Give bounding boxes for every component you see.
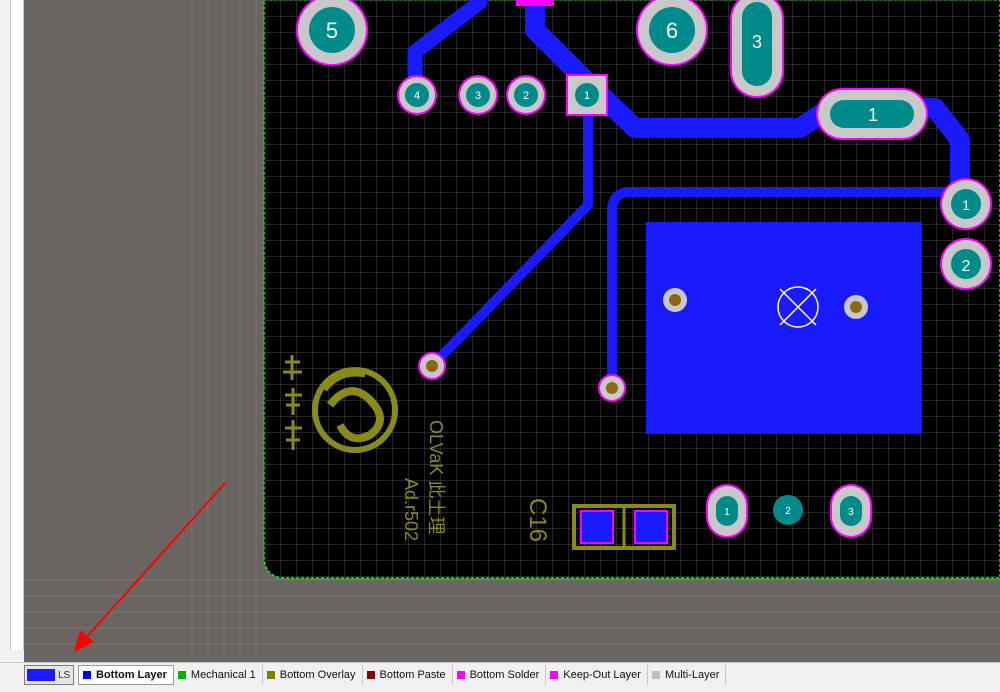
pad-label: 3 [752,32,762,52]
via[interactable] [418,352,446,380]
pad-1-medium[interactable]: 1 [940,178,992,230]
pad-3-oval-small[interactable]: 3 [830,484,872,538]
via[interactable] [663,288,687,312]
designator-label: C16 [524,498,551,542]
pad-2-medium[interactable]: 2 [940,238,992,290]
layer-color-icon [83,671,91,679]
panel-scrollbar[interactable] [10,0,24,650]
version-text: Ad.r502 [401,478,421,541]
layer-color-icon [266,671,275,679]
layer-color-icon [177,671,186,679]
top-small-pad [516,0,554,6]
pad-1-oval[interactable]: 1 [816,88,928,140]
version-label: Ad.r502 [401,478,421,541]
via[interactable] [598,374,626,402]
ls-label: LS [58,669,71,681]
left-panel [0,0,24,662]
layer-color-icon [651,671,660,679]
pad-label: 1 [584,90,590,102]
pad-label: 3 [848,507,854,518]
layer-color-icon [550,671,559,679]
current-layer-swatch[interactable]: LS [24,665,74,685]
layer-tab-bottom-paste[interactable]: Bottom Paste [363,665,453,685]
layer-tab-bottom-layer[interactable]: Bottom Layer [78,665,174,685]
pad-3-oval[interactable]: 3 [730,0,784,98]
pad-label: 5 [326,18,338,43]
pad-4-small[interactable]: 4 [397,75,437,115]
copper-pour [646,222,922,434]
pad-label: 1 [868,105,878,125]
layer-tab-bar: LS Bottom Layer Mechanical 1 Bottom Overla… [0,662,1000,692]
layer-tab-label: Mechanical 1 [190,669,256,681]
pad-label: 6 [666,18,678,43]
layer-tab-bottom-solder[interactable]: Bottom Solder [453,665,547,685]
pad-label: 1 [962,197,970,213]
layer-tab-multi-layer[interactable]: Multi-Layer [648,665,727,685]
pad-label: 2 [962,258,971,275]
layer-tab-keep-out-layer[interactable]: Keep-Out Layer [546,665,648,685]
pad-2-teal[interactable]: 2 [773,495,803,525]
layer-tab-label: Bottom Paste [379,669,446,681]
layer-tab-label: Multi-Layer [664,669,720,681]
layer-tab-bottom-overlay[interactable]: Bottom Overlay [263,665,363,685]
pad-label: 1 [724,507,730,518]
layer-tab-mechanical-1[interactable]: Mechanical 1 [174,665,263,685]
pad-1-oval-small[interactable]: 1 [706,484,748,538]
pad-1-square[interactable]: 1 [566,74,608,116]
layer-color-swatch [27,669,55,681]
layer-color-icon [456,671,465,679]
pad-label: 4 [414,90,420,102]
layer-tab-label: Bottom Layer [96,669,167,681]
layer-tab-label: Keep-Out Layer [563,669,641,681]
pad-2-small[interactable]: 2 [506,75,546,115]
via[interactable] [844,295,868,319]
pad-label: 2 [785,506,791,517]
board-name-text: OLVaK 此土理 [426,420,446,534]
pad-label: 3 [475,90,481,102]
smd-component[interactable] [572,504,676,550]
layer-tab-label: Bottom Overlay [279,669,356,681]
pad-label: 2 [523,90,529,102]
board-name-label: OLVaK 此土理 [426,420,446,534]
layer-color-icon [366,671,375,679]
pcb-canvas[interactable]: 5 6 3 4 3 2 1 1 1 2 1 2 3 OLVaK 此土理 Ad.r… [24,0,1000,662]
pad-3-small[interactable]: 3 [458,75,498,115]
layer-tab-label: Bottom Solder [469,669,540,681]
designator-text: C16 [524,498,551,542]
